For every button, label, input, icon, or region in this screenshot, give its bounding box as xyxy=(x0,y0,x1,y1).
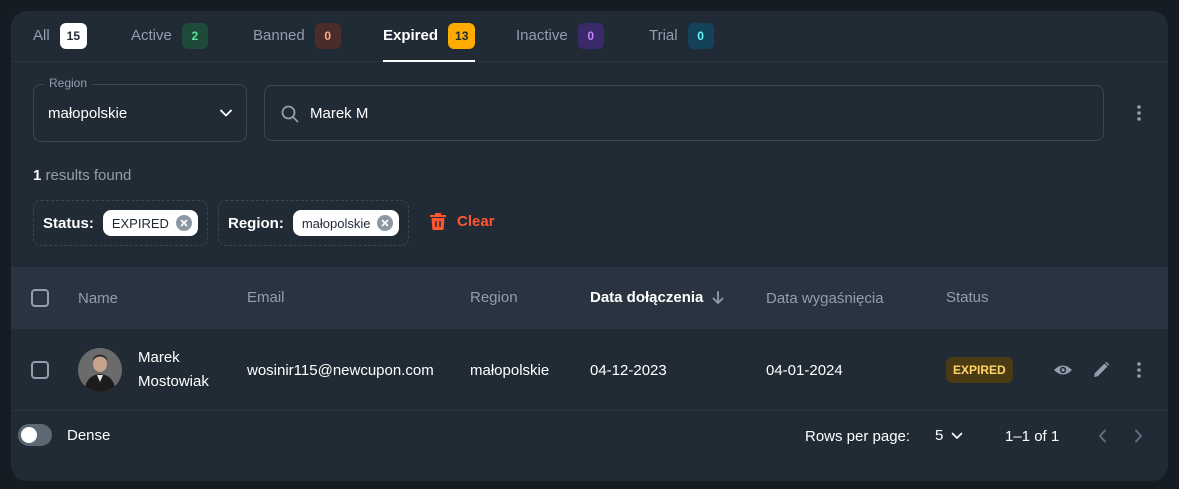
column-header-name[interactable]: Name xyxy=(78,290,118,307)
user-joined-date: 04-12-2023 xyxy=(590,362,667,379)
rows-per-page-select[interactable]: 5 xyxy=(935,427,963,444)
user-region: małopolskie xyxy=(470,362,550,379)
results-text: results found xyxy=(41,167,132,184)
status-badge: EXPIRED xyxy=(946,357,1013,383)
status-filter-label: Status: xyxy=(43,214,94,232)
region-filter-group: Region: małopolskie xyxy=(218,200,410,246)
region-filter-value: małopolskie xyxy=(301,215,371,231)
edit-button[interactable] xyxy=(1091,360,1111,380)
table-header: Name Email Region Data dołączenia Data w… xyxy=(11,267,1168,329)
pagination-info: 1–1 of 1 xyxy=(1005,428,1060,445)
more-vertical-icon xyxy=(1137,105,1141,121)
tab-label: Inactive xyxy=(516,27,568,44)
clear-filters-label: Clear xyxy=(457,212,495,230)
chevron-down-icon xyxy=(220,109,232,117)
tab-active[interactable]: Active 2 xyxy=(131,23,208,61)
tab-all[interactable]: All 15 xyxy=(33,23,88,61)
tab-count-badge: 0 xyxy=(314,23,341,49)
previous-page-button[interactable] xyxy=(1092,426,1112,446)
eye-icon xyxy=(1054,365,1072,375)
search-field[interactable] xyxy=(264,85,1104,141)
user-first-name: Marek xyxy=(138,349,180,366)
rows-per-page-value: 5 xyxy=(935,427,944,444)
tab-label: Trial xyxy=(649,27,678,44)
row-checkbox[interactable] xyxy=(31,361,49,379)
arrow-down-icon xyxy=(712,290,724,304)
view-button[interactable] xyxy=(1053,360,1073,380)
region-select-label: Region xyxy=(44,76,93,90)
dense-toggle[interactable] xyxy=(18,424,52,446)
avatar xyxy=(78,348,122,392)
tab-label: Banned xyxy=(253,27,305,44)
tab-count-badge: 13 xyxy=(448,23,476,49)
status-filter-chip: EXPIRED xyxy=(102,210,198,236)
dense-label: Dense xyxy=(67,427,111,444)
tab-count-badge: 0 xyxy=(687,23,714,49)
tab-trial[interactable]: Trial 0 xyxy=(649,23,714,61)
region-select-value: małopolskie xyxy=(48,105,128,122)
row-more-button[interactable] xyxy=(1129,360,1149,380)
trash-icon xyxy=(430,213,446,230)
tab-inactive[interactable]: Inactive 0 xyxy=(516,23,604,61)
next-page-button[interactable] xyxy=(1128,426,1148,446)
user-last-name: Mostowiak xyxy=(138,373,209,390)
results-count: 1 results found xyxy=(33,167,131,184)
table-row[interactable]: Marek Mostowiak wosinir115@newcupon.com … xyxy=(11,329,1168,411)
chevron-right-icon xyxy=(1134,429,1142,443)
region-filter-label: Region: xyxy=(228,214,284,232)
user-email: wosinir115@newcupon.com xyxy=(247,362,434,379)
region-filter-chip: małopolskie xyxy=(292,210,400,236)
search-icon xyxy=(281,105,299,123)
tab-count-badge: 15 xyxy=(59,23,88,49)
clear-filters-button[interactable]: Clear xyxy=(429,211,495,231)
users-card: All 15 Active 2 Banned 0 Expired 13 Inac… xyxy=(11,11,1168,481)
search-input[interactable] xyxy=(310,105,1010,122)
pencil-icon xyxy=(1094,361,1110,377)
column-header-status[interactable]: Status xyxy=(946,289,989,306)
region-select[interactable]: Region małopolskie xyxy=(33,76,247,142)
tab-label: Active xyxy=(131,27,172,44)
close-icon[interactable] xyxy=(175,215,192,231)
column-header-expires[interactable]: Data wygaśnięcia xyxy=(766,290,884,307)
column-header-region[interactable]: Region xyxy=(470,289,518,306)
chevron-left-icon xyxy=(1098,429,1106,443)
select-all-checkbox[interactable] xyxy=(31,289,49,307)
tab-count-badge: 2 xyxy=(181,23,208,49)
close-icon[interactable] xyxy=(377,215,394,231)
column-header-email[interactable]: Email xyxy=(247,289,285,306)
rows-per-page-label: Rows per page: xyxy=(805,428,911,445)
column-header-joined-label: Data dołączenia xyxy=(590,289,704,306)
tab-count-badge: 0 xyxy=(577,23,604,49)
status-tabs: All 15 Active 2 Banned 0 Expired 13 Inac… xyxy=(11,11,1168,62)
tab-expired[interactable]: Expired 13 xyxy=(383,23,476,62)
more-vertical-icon xyxy=(1137,362,1141,378)
column-header-joined[interactable]: Data dołączenia xyxy=(590,289,725,306)
more-options-button[interactable] xyxy=(1129,103,1149,123)
tab-label: All xyxy=(33,27,50,44)
toggle-knob xyxy=(21,427,37,443)
status-filter-group: Status: EXPIRED xyxy=(33,200,208,246)
status-filter-value: EXPIRED xyxy=(111,215,169,231)
tab-label: Expired xyxy=(383,27,439,44)
tab-banned[interactable]: Banned 0 xyxy=(253,23,341,61)
user-expiry-date: 04-01-2024 xyxy=(766,362,843,379)
chevron-down-icon xyxy=(952,432,963,439)
